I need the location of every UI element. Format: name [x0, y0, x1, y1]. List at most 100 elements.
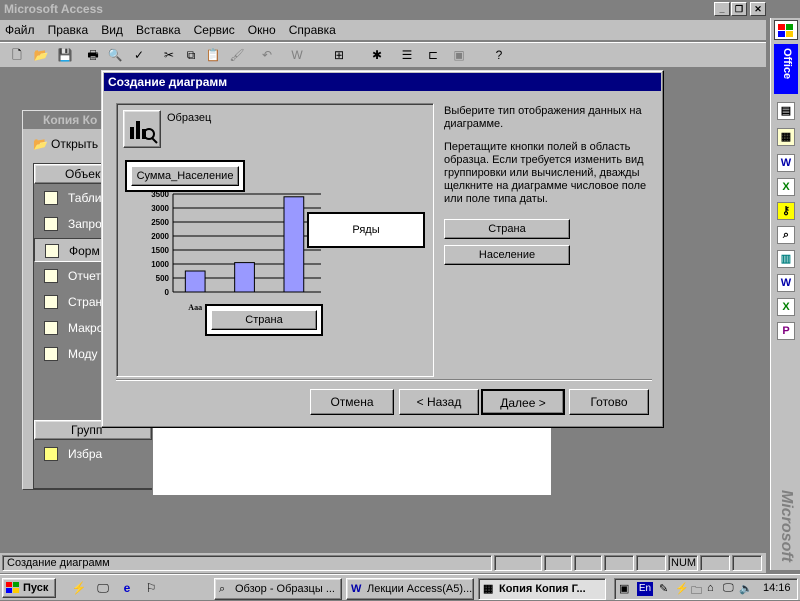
system-tray: ▣ En ✎ ⚡ 🗀 ⌂ 🖵 🔈 14:16: [614, 578, 798, 600]
y-tick-label: 2000: [151, 232, 169, 241]
relationships-icon[interactable]: ⊏: [424, 46, 442, 64]
desktop-icon[interactable]: 🖵: [94, 579, 112, 597]
key-icon[interactable]: ⚷: [777, 202, 795, 220]
sample-label: Образец: [167, 112, 212, 124]
next-button[interactable]: Далее >: [481, 389, 565, 415]
task-access-copy[interactable]: ▦ Копия Копия Г...: [478, 578, 606, 600]
finish-button[interactable]: Готово: [569, 389, 649, 415]
menu-item-view[interactable]: Вид: [96, 20, 128, 37]
tray-monitor-icon[interactable]: 🖵: [723, 582, 734, 595]
powerpoint-icon[interactable]: P: [777, 322, 795, 340]
menu-item-edit[interactable]: Правка: [43, 20, 94, 37]
notes-icon[interactable]: ▤: [777, 102, 795, 120]
series-dropzone[interactable]: Ряды: [307, 212, 425, 248]
module-icon: [44, 347, 58, 361]
binder-icon[interactable]: ▥: [777, 250, 795, 268]
back-button[interactable]: < Назад: [399, 389, 479, 415]
tray-pencil-icon[interactable]: ✎: [659, 582, 668, 595]
analyze-icon[interactable]: ⊞: [330, 46, 348, 64]
axis-field-button[interactable]: Страна: [211, 310, 317, 330]
tray-speaker-icon[interactable]: 🔈: [739, 582, 753, 595]
print-icon[interactable]: 🖶: [84, 46, 102, 64]
task-overview[interactable]: ⌕ Обзор - Образцы ...: [214, 578, 342, 600]
contact-icon[interactable]: ▦: [777, 128, 795, 146]
tray-lightning-icon[interactable]: ⚡: [675, 582, 689, 595]
menu-item-window[interactable]: Окно: [243, 20, 281, 37]
officelinks-icon[interactable]: W: [288, 46, 306, 64]
language-indicator[interactable]: En: [637, 582, 653, 596]
start-button[interactable]: Пуск: [2, 578, 56, 598]
menu-item-file[interactable]: Файл: [0, 20, 40, 37]
y-tick-label: 1000: [151, 260, 169, 269]
clock[interactable]: 14:16: [763, 582, 791, 594]
menu-item-help[interactable]: Справка: [284, 20, 341, 37]
word-icon[interactable]: W: [777, 154, 795, 172]
chart-type-icon[interactable]: [123, 110, 161, 148]
new-object-icon[interactable]: ▣: [450, 46, 468, 64]
find-icon[interactable]: ⌕: [777, 226, 795, 244]
field-country-button[interactable]: Страна: [444, 219, 570, 239]
help-icon[interactable]: ?: [490, 46, 508, 64]
dialog-titlebar: Создание диаграмм: [104, 73, 661, 91]
save-icon[interactable]: 💾: [56, 46, 74, 64]
bar: [283, 196, 305, 293]
macro-icon: [44, 321, 58, 335]
office-logo-icon[interactable]: [774, 20, 798, 40]
tray-network-icon[interactable]: ⌂: [707, 582, 714, 594]
menu-item-insert[interactable]: Вставка: [131, 20, 186, 37]
data-field-button[interactable]: Сумма_Население: [131, 166, 239, 186]
properties-icon[interactable]: ☰: [398, 46, 416, 64]
y-tick-label: 3000: [151, 204, 169, 213]
paste-icon[interactable]: 📋: [204, 46, 222, 64]
status-pane-5: [636, 555, 666, 571]
new-icon[interactable]: 🗋: [8, 46, 26, 64]
code-icon[interactable]: ✱: [368, 46, 386, 64]
db-open-button[interactable]: 📂 Открыть: [33, 137, 98, 151]
spelling-icon[interactable]: ✓: [130, 46, 148, 64]
favorites-icon: [44, 447, 58, 461]
cut-icon[interactable]: ✂: [160, 46, 178, 64]
excel-icon[interactable]: X: [777, 178, 795, 196]
db-item-favorites[interactable]: Избра: [34, 442, 146, 466]
windows-logo-icon: [6, 582, 19, 594]
status-pane-2: [544, 555, 572, 571]
restore-button[interactable]: ❐: [731, 2, 747, 16]
task-lectures[interactable]: W Лекции Access(A5)...: [346, 578, 474, 600]
standard-toolbar: 🗋 📂 💾 🖶 🔍 ✓ ✂ ⧉ 📋 🖌 ↶ W ⊞ ✱ ☰ ⊏ ▣ ?: [0, 42, 766, 68]
status-bar: Создание диаграмм NUM: [0, 553, 766, 573]
db-window-title: Копия Ко: [43, 113, 98, 127]
db-object-list[interactable]: [152, 420, 552, 496]
data-field-dropzone[interactable]: Сумма_Население: [125, 160, 245, 192]
app-title: Microsoft Access: [4, 2, 103, 16]
bar: [234, 262, 255, 293]
status-pane-3: [574, 555, 602, 571]
menu-item-tools[interactable]: Сервис: [189, 20, 240, 37]
taskbar: Пуск ⚡ 🖵 e ⚐ ⌕ Обзор - Образцы ... W Лек…: [0, 574, 800, 600]
internet-explorer-icon[interactable]: e: [118, 579, 136, 597]
minimize-button[interactable]: _: [714, 2, 730, 16]
field-population-button[interactable]: Население: [444, 245, 570, 265]
quicklaunch-icon[interactable]: ⚡: [70, 579, 88, 597]
tray-display-icon[interactable]: ▣: [619, 582, 629, 595]
excel-doc-icon[interactable]: X: [777, 298, 795, 316]
preview-icon[interactable]: 🔍: [106, 46, 124, 64]
dialog-title: Создание диаграмм: [108, 75, 228, 89]
close-button[interactable]: ✕: [750, 2, 766, 16]
channels-icon[interactable]: ⚐: [142, 579, 160, 597]
format-painter-icon[interactable]: 🖌: [228, 46, 246, 64]
copy-icon[interactable]: ⧉: [182, 46, 200, 64]
office-shortcut-bar: Office ▤ ▦ W X ⚷ ⌕ ▥ W X P Microsoft: [770, 18, 800, 570]
instructions-2: Перетащите кнопки полей в область образц…: [444, 141, 647, 205]
x-tick-label: Aaa: [188, 303, 202, 312]
axis-dropzone[interactable]: Страна: [205, 304, 323, 336]
word-doc-icon[interactable]: W: [777, 274, 795, 292]
y-tick-label: 1500: [151, 246, 169, 255]
open-icon[interactable]: 📂: [32, 46, 50, 64]
report-icon: [44, 269, 58, 283]
cancel-button[interactable]: Отмена: [310, 389, 394, 415]
undo-icon[interactable]: ↶: [258, 46, 276, 64]
status-text: Создание диаграмм: [2, 555, 492, 571]
query-icon: [44, 217, 58, 231]
tray-folder-icon[interactable]: 🗀: [691, 582, 702, 601]
y-tick-label: 500: [156, 274, 170, 283]
